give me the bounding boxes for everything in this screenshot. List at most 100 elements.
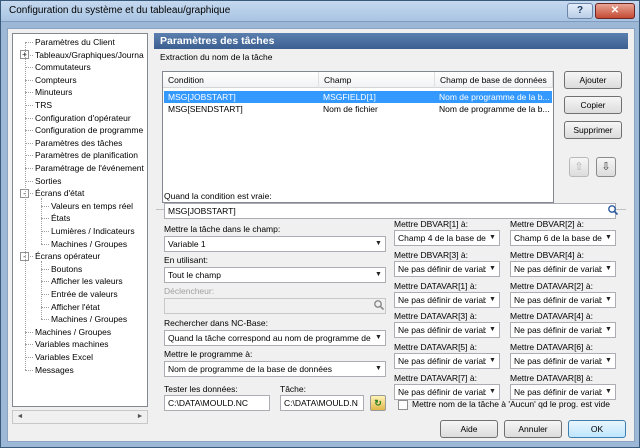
tree-item[interactable]: Variables machines [35, 338, 109, 350]
chevron-down-icon[interactable]: ▼ [372, 331, 385, 345]
tree-item[interactable]: Compteurs [35, 74, 77, 86]
tree-item[interactable]: Paramètres de planification [35, 149, 138, 161]
search-icon[interactable] [372, 299, 386, 313]
tree-item[interactable]: Configuration d'opérateur [35, 112, 131, 124]
tree-connector [41, 306, 49, 308]
tree-item[interactable]: Sorties [35, 175, 61, 187]
condition-input[interactable]: MSG[JOBSTART] [164, 203, 616, 219]
dbvar-select[interactable]: Ne pas définir de variab ▼ [510, 260, 616, 277]
tree-item[interactable]: Minuteurs [35, 86, 72, 98]
run-test-icon[interactable]: ↻ [370, 395, 386, 411]
tree-item[interactable]: Afficher l'état [51, 301, 100, 313]
task-settings-panel: Paramètres des tâches Extraction du nom … [154, 33, 628, 411]
list-row[interactable]: MSG[JOBSTART] MSGFIELD[1] Nom de program… [164, 91, 552, 103]
tree-connector [25, 369, 33, 371]
move-down-icon[interactable]: ⇩ [596, 157, 616, 177]
chevron-down-icon[interactable]: ▼ [602, 261, 615, 276]
ok-button[interactable]: OK [568, 420, 626, 438]
tree-item[interactable]: Configuration de programme [35, 124, 143, 136]
tree-item[interactable]: États [51, 212, 70, 224]
datavar-select[interactable]: Ne pas définir de variab ▼ [394, 322, 500, 339]
help-title-button[interactable]: ? [567, 3, 593, 19]
chevron-down-icon[interactable]: ▼ [486, 385, 499, 399]
tree-item[interactable]: Écrans opérateur [35, 250, 100, 262]
column-header-db-field[interactable]: Champ de base de données [435, 72, 553, 88]
none-when-empty-label: Mettre nom de la tâche à 'Aucun' qd le p… [412, 399, 610, 409]
datavar-label: Mettre DATAVAR[1] à: [394, 280, 477, 291]
row-field: MSGFIELD[1] [323, 92, 376, 102]
dbvar-select-value: Champ 6 de la base de [514, 233, 602, 243]
settings-tree[interactable]: Paramètres du Client Tableaux/Graphiques/… [12, 33, 148, 407]
tree-item[interactable]: Afficher les valeurs [51, 275, 123, 287]
none-when-empty-checkbox[interactable] [398, 400, 408, 410]
tree-item[interactable]: Lumières / Indicateurs [51, 225, 135, 237]
trigger-input[interactable] [164, 298, 386, 314]
using-select[interactable]: Tout le champ ▼ [164, 267, 386, 283]
search-ncbase-select[interactable]: Quand la tâche correspond au nom de prog… [164, 330, 386, 346]
tree-item[interactable]: Messages [35, 364, 74, 376]
chevron-down-icon[interactable]: ▼ [602, 354, 615, 369]
datavar-select[interactable]: Ne pas définir de variab ▼ [510, 291, 616, 308]
tree-horizontal-scrollbar[interactable]: ◄ ► [12, 410, 148, 424]
chevron-down-icon[interactable]: ▼ [372, 362, 385, 376]
tree-item[interactable]: Paramètres du Client [35, 36, 115, 48]
field-select[interactable]: Variable 1 ▼ [164, 236, 386, 252]
test-data-input[interactable]: C:\DATA\MOULD.NC [164, 395, 270, 411]
tree-item[interactable]: Entrée de valeurs [51, 288, 118, 300]
scroll-left-icon[interactable]: ◄ [14, 412, 26, 422]
column-header-condition[interactable]: Condition [163, 72, 319, 88]
tree-item[interactable]: Machines / Groupes [51, 238, 127, 250]
chevron-down-icon[interactable]: ▼ [486, 231, 499, 245]
delete-button[interactable]: Supprimer [564, 121, 622, 139]
datavar-select[interactable]: Ne pas définir de variab ▼ [510, 384, 616, 400]
tree-connector [41, 243, 49, 245]
datavar-select[interactable]: Ne pas définir de variab ▼ [394, 291, 500, 308]
scroll-right-icon[interactable]: ► [134, 412, 146, 422]
dbvar-select[interactable]: Champ 4 de la base de ▼ [394, 230, 500, 246]
chevron-down-icon[interactable]: ▼ [486, 323, 499, 338]
program-select[interactable]: Nom de programme de la base de données ▼ [164, 361, 386, 377]
tree-item[interactable]: Commutateurs [35, 61, 91, 73]
chevron-down-icon[interactable]: ▼ [486, 292, 499, 307]
tree-item[interactable]: Valeurs en temps réel [51, 200, 133, 212]
column-header-field[interactable]: Champ [319, 72, 435, 88]
tree-item[interactable]: Tableaux/Graphiques/Journa [35, 49, 144, 61]
move-up-icon[interactable]: ⇧ [569, 157, 589, 177]
tree-item[interactable]: TRS [35, 99, 52, 111]
program-select-value: Nom de programme de la base de données [168, 364, 332, 374]
field-label: Mettre la tâche dans le champ: [164, 224, 281, 234]
list-row[interactable]: MSG[SENDSTART] Nom de fichier Nom de pro… [164, 103, 552, 115]
chevron-down-icon[interactable]: ▼ [602, 385, 615, 399]
tree-item[interactable]: Variables Excel [35, 351, 93, 363]
tree-connector [25, 344, 33, 346]
tree-item[interactable]: Paramétrage de l'événement [35, 162, 144, 174]
row-db-field: Nom de programme de la b... [439, 92, 550, 102]
datavar-select[interactable]: Ne pas définir de variab ▼ [510, 353, 616, 370]
tree-item[interactable]: Machines / Groupes [51, 313, 127, 325]
datavar-select[interactable]: Ne pas définir de variab ▼ [394, 353, 500, 370]
help-button[interactable]: Aide [440, 420, 498, 438]
chevron-down-icon[interactable]: ▼ [372, 237, 385, 251]
close-button[interactable]: ✕ [595, 3, 635, 19]
search-icon[interactable] [606, 204, 620, 218]
chevron-down-icon[interactable]: ▼ [486, 354, 499, 369]
datavar-select[interactable]: Ne pas définir de variab ▼ [394, 384, 500, 400]
tree-item[interactable]: Écrans d'état [35, 187, 84, 199]
chevron-down-icon[interactable]: ▼ [602, 231, 615, 245]
datavar-select-value: Ne pas définir de variab [514, 294, 604, 305]
chevron-down-icon[interactable]: ▼ [602, 323, 615, 338]
dbvar-select[interactable]: Ne pas définir de variab ▼ [394, 260, 500, 277]
chevron-down-icon[interactable]: ▼ [486, 261, 499, 276]
copy-button[interactable]: Copier [564, 96, 622, 114]
tree-item[interactable]: Paramètres des tâches [35, 137, 122, 149]
add-button[interactable]: Ajouter [564, 71, 622, 89]
condition-list[interactable]: Condition Champ Champ de base de données… [162, 71, 554, 203]
tree-item[interactable]: Machines / Groupes [35, 326, 111, 338]
chevron-down-icon[interactable]: ▼ [602, 292, 615, 307]
title-bar[interactable]: Configuration du système et du tableau/g… [1, 1, 639, 22]
tree-item[interactable]: Boutons [51, 263, 82, 275]
dbvar-select[interactable]: Champ 6 de la base de ▼ [510, 230, 616, 246]
cancel-button[interactable]: Annuler [504, 420, 562, 438]
datavar-select[interactable]: Ne pas définir de variab ▼ [510, 322, 616, 339]
chevron-down-icon[interactable]: ▼ [372, 268, 385, 282]
